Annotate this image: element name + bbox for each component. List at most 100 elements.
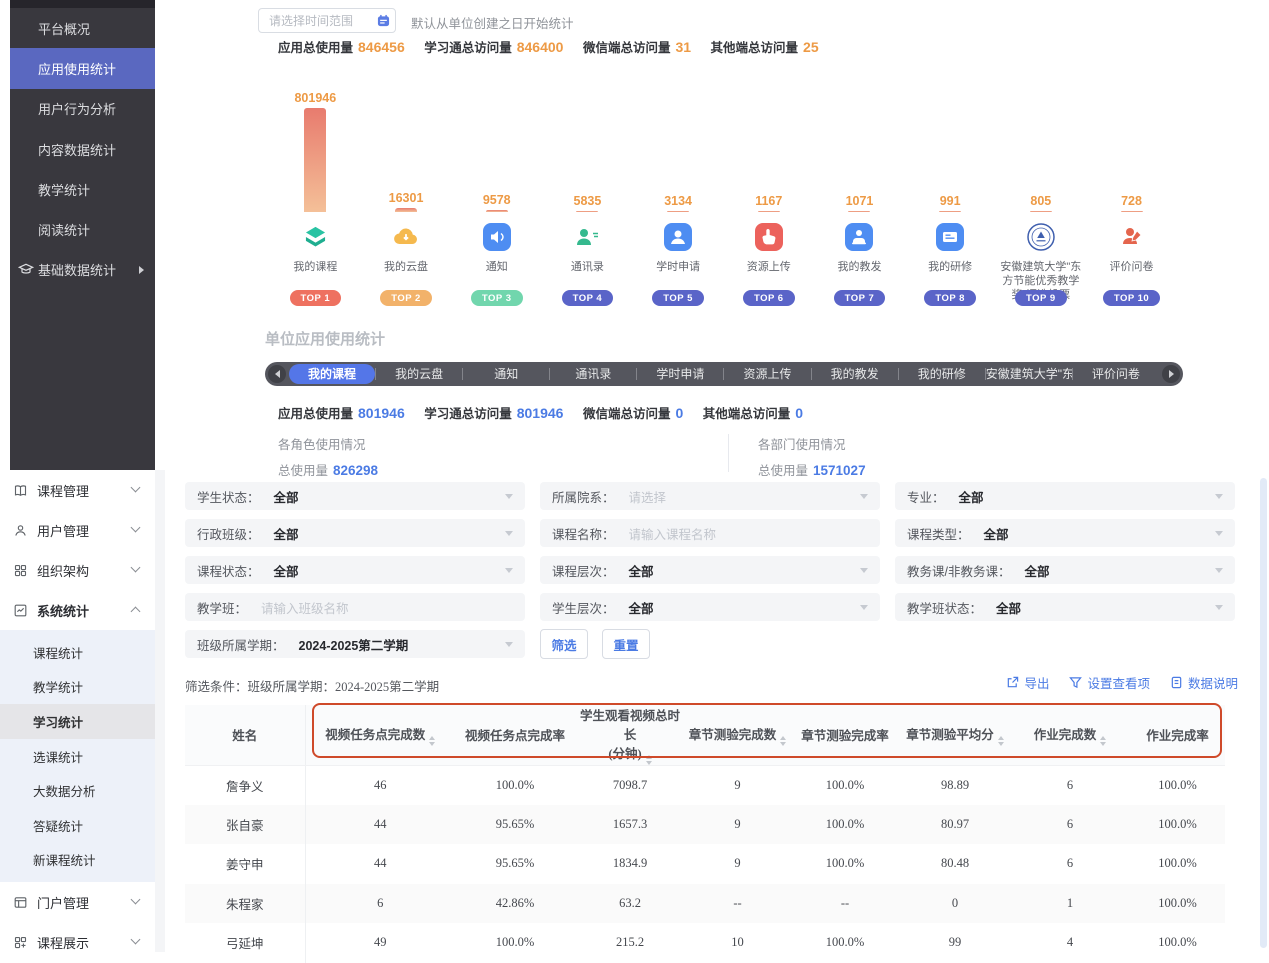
tab-evaluation[interactable]: 评价问卷: [1073, 364, 1159, 384]
chart-column[interactable]: 1071 我的教发 TOP 7: [814, 90, 905, 306]
tab-university-award[interactable]: 安徽建筑大学"东: [986, 364, 1072, 384]
filter-label: 课程状态：: [197, 561, 260, 580]
chevron-down-icon: [131, 935, 141, 945]
chart-column[interactable]: 5835 通讯录 TOP 4: [542, 90, 633, 306]
filter-label: 学生状态：: [197, 487, 260, 506]
filter-course-name-input[interactable]: 课程名称：请输入课程名称: [540, 519, 880, 547]
stat-label: 学习通总访问量: [424, 41, 512, 55]
sidebar-subitem-course-stats[interactable]: 课程统计: [0, 635, 155, 670]
sidebar-item-label: 教学统计: [38, 180, 90, 199]
tab-notification[interactable]: 通知: [463, 364, 549, 384]
sidebar-item-user-management[interactable]: 用户管理: [0, 510, 155, 550]
chart-column[interactable]: 9578 通知 TOP 3: [451, 90, 542, 306]
filter-student-level[interactable]: 学生层次：全部: [540, 593, 880, 621]
sort-icon[interactable]: [646, 755, 652, 765]
sidebar-subitem-qa-stats[interactable]: 答疑统计: [0, 808, 155, 843]
cell: 98.89: [900, 765, 1010, 805]
data-description-link[interactable]: 数据说明: [1170, 673, 1238, 692]
table-row[interactable]: 朱程家642.86%63.2----01100.0%: [185, 884, 1225, 924]
sidebar-item-platform-overview[interactable]: 平台概况: [10, 8, 155, 48]
sidebar-subitem-label: 大数据分析: [33, 781, 96, 800]
chart-column[interactable]: 3134 学时申请 TOP 5: [633, 90, 724, 306]
bar-value: 3134: [664, 194, 692, 208]
tab-study-hours[interactable]: 学时申请: [637, 364, 723, 384]
sidebar-subitem-new-course-stats[interactable]: 新课程统计: [0, 843, 155, 878]
sidebar-item-system-stats[interactable]: 系统统计: [0, 590, 155, 630]
column-header-video-tasks-done[interactable]: 视频任务点完成数: [305, 705, 455, 765]
sidebar-item-teaching-stats[interactable]: 教学统计: [10, 169, 155, 209]
filter-major[interactable]: 专业：全部: [895, 482, 1235, 510]
column-header-homework-done[interactable]: 作业完成数: [1010, 705, 1130, 765]
column-header-quiz-done[interactable]: 章节测验完成数: [685, 705, 790, 765]
sort-icon[interactable]: [780, 736, 786, 746]
tab-teaching-dev[interactable]: 我的教发: [812, 364, 898, 384]
sidebar-item-course-management[interactable]: 课程管理: [0, 470, 155, 510]
export-link[interactable]: 导出: [1006, 673, 1049, 692]
sort-icon[interactable]: [1100, 736, 1106, 746]
cell: 95.65%: [455, 844, 575, 884]
page-scrollbar[interactable]: [1260, 478, 1267, 948]
top-rank-badge: TOP 5: [652, 290, 704, 306]
date-range-input[interactable]: [258, 8, 396, 33]
student-name-cell: 张自豪: [185, 805, 305, 845]
table-row[interactable]: 弓延坤49100.0%215.210100.0%994100.0%: [185, 923, 1225, 963]
sidebar-item-portal-management[interactable]: 门户管理: [0, 882, 155, 922]
sort-icon[interactable]: [998, 736, 1004, 746]
bar-value: 805: [1030, 194, 1051, 208]
sort-icon[interactable]: [429, 736, 435, 746]
sidebar-subitem-course-selection-stats[interactable]: 选课统计: [0, 739, 155, 774]
view-settings-link[interactable]: 设置查看项: [1069, 673, 1150, 692]
filter-semester[interactable]: 班级所属学期：2024-2025第二学期: [185, 630, 525, 658]
filter-course-status[interactable]: 课程状态： 全部: [185, 556, 525, 584]
tab-my-courses[interactable]: 我的课程: [289, 364, 375, 384]
column-header-video-duration[interactable]: 学生观看视频总时长(分钟): [575, 705, 685, 765]
filter-course-type[interactable]: 课程类型：全部: [895, 519, 1235, 547]
filter-department[interactable]: 所属院系：请选择: [540, 482, 880, 510]
sidebar-item-basic-data-stats[interactable]: 基础数据统计: [10, 250, 155, 290]
table-row[interactable]: 詹争义46100.0%7098.79100.0%98.896100.0%: [185, 765, 1225, 805]
chart-column[interactable]: 728 评价问卷 TOP 10: [1086, 90, 1177, 306]
reset-button[interactable]: 重置: [602, 629, 650, 659]
filter-admin-class[interactable]: 行政班级：全部: [185, 519, 525, 547]
filter-student-status[interactable]: 学生状态：全部: [185, 482, 525, 510]
filter-teaching-class-status[interactable]: 教学班状态：全部: [895, 593, 1235, 621]
funnel-icon: [1069, 676, 1082, 689]
app-label: 通知: [454, 260, 540, 286]
calendar-icon[interactable]: [377, 14, 390, 32]
chart-column[interactable]: 801946 我的课程 TOP 1: [270, 90, 361, 306]
sidebar-subitem-big-data[interactable]: 大数据分析: [0, 773, 155, 808]
chart-column[interactable]: 991 我的研修 TOP 8: [905, 90, 996, 306]
tab-scroll-left-icon[interactable]: [268, 365, 286, 383]
tab-contacts[interactable]: 通讯录: [550, 364, 636, 384]
chart-column[interactable]: 16301 我的云盘 TOP 2: [361, 90, 452, 306]
tab-training[interactable]: 我的研修: [899, 364, 985, 384]
filter-value: 全部: [274, 561, 299, 580]
sidebar-item-org-structure[interactable]: 组织架构: [0, 550, 155, 590]
tab-cloud-disk[interactable]: 我的云盘: [376, 364, 462, 384]
table-row[interactable]: 姜守申4495.65%1834.99100.0%80.486100.0%: [185, 844, 1225, 884]
sidebar-subitem-teaching-stats[interactable]: 教学统计: [0, 670, 155, 705]
filter-course-level[interactable]: 课程层次：全部: [540, 556, 880, 584]
app-usage-top10-chart: 801946 我的课程 TOP 1 16301 我的云盘 TOP 2 9578 …: [270, 90, 1177, 306]
sidebar-item-content-data[interactable]: 内容数据统计: [10, 129, 155, 169]
tab-resource-upload[interactable]: 资源上传: [724, 364, 810, 384]
app-label: 我的课程: [272, 260, 358, 286]
sidebar-subitem-label: 课程统计: [33, 643, 83, 662]
filter-academic-course[interactable]: 教务课/非教务课：全部: [895, 556, 1235, 584]
sidebar-item-course-display[interactable]: 课程展示: [0, 922, 155, 962]
filter-teaching-class-input[interactable]: 教学班：请输入班级名称: [185, 593, 525, 621]
chevron-down-icon: [505, 494, 513, 499]
chart-column[interactable]: 1167 资源上传 TOP 6: [723, 90, 814, 306]
sidebar-subitem-learning-stats[interactable]: 学习统计: [0, 704, 155, 739]
filter-button[interactable]: 筛选: [540, 629, 588, 659]
table-row[interactable]: 张自豪4495.65%1657.39100.0%80.976100.0%: [185, 805, 1225, 845]
sidebar-item-user-behavior[interactable]: 用户行为分析: [10, 89, 155, 129]
column-header-quiz-avg[interactable]: 章节测验平均分: [900, 705, 1010, 765]
stat-value: 846400: [517, 39, 564, 55]
chart-column[interactable]: 805 安徽建筑大学"东方节能优秀教学奖"评选投票 TOP 9: [996, 90, 1087, 306]
doc-icon: [1170, 676, 1183, 689]
sidebar-item-reading-stats[interactable]: 阅读统计: [10, 209, 155, 249]
tab-scroll-right-icon[interactable]: [1162, 365, 1180, 383]
cell: 100.0%: [1130, 805, 1225, 845]
sidebar-item-app-usage-stats[interactable]: 应用使用统计: [10, 48, 155, 88]
